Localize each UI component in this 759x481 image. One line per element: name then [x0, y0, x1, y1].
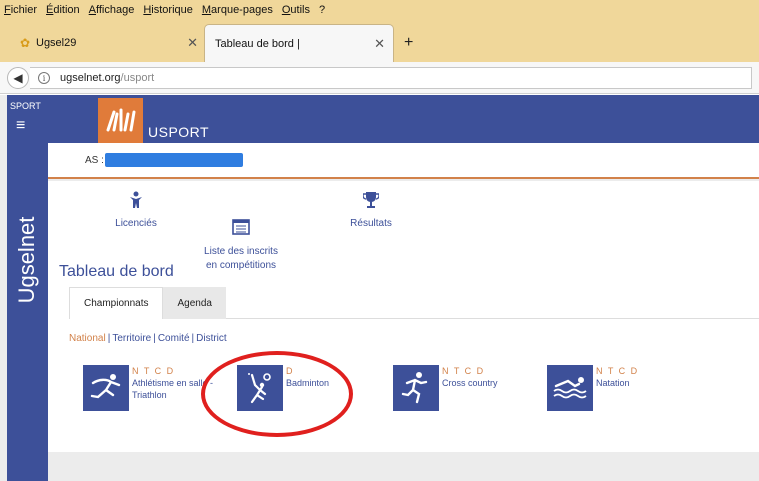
tab-strip: ✿ Ugsel29 ✕ Tableau de bord | ✕ +	[0, 20, 759, 62]
sport-name: Cross country	[442, 378, 498, 388]
tab-agenda[interactable]: Agenda	[163, 287, 226, 319]
tab-title: Tableau de bord |	[215, 37, 300, 50]
logo-mark-icon	[106, 108, 135, 131]
back-arrow-icon[interactable]: ◀	[7, 67, 29, 89]
menu-historique[interactable]: Historique	[143, 4, 193, 16]
main-content: Licenciés Liste des inscrits en compétit…	[48, 181, 759, 481]
athletics-icon	[83, 365, 129, 411]
quick-link-label: Liste des inscrits en compétitions	[204, 246, 278, 271]
menu-marque-pages[interactable]: Marque-pages	[202, 4, 273, 16]
sport-levels: N T C D	[442, 366, 485, 376]
tab-title: Ugsel29	[36, 37, 77, 49]
close-icon[interactable]: ✕	[374, 36, 385, 52]
sidebar: SPORT ≡ Ugselnet	[7, 95, 48, 481]
hamburger-menu-icon[interactable]: ≡	[16, 117, 25, 135]
menu-bar: Fichier Édition Affichage Historique Mar…	[0, 0, 759, 20]
list-icon	[181, 205, 301, 235]
quick-link-licencies[interactable]: Licenciés	[76, 191, 196, 231]
page-title: Tableau de bord	[59, 263, 174, 280]
menu-affichage[interactable]: Affichage	[89, 4, 135, 16]
filter-district[interactable]: District	[196, 333, 227, 344]
sport-card-cross-country[interactable]: N T C D Cross country	[393, 365, 539, 411]
as-label: AS :	[85, 155, 104, 166]
nav-bar: ◀ i ugselnet.org/usport	[0, 62, 759, 94]
sport-card-natation[interactable]: N T C D Natation	[547, 365, 693, 411]
menu-outils[interactable]: Outils	[282, 4, 310, 16]
page: SPORT ≡ Ugselnet USPORT AS : Licenciés L…	[0, 95, 759, 481]
quick-link-label: Licenciés	[115, 218, 157, 229]
menu-fichier[interactable]: Fichier	[4, 4, 37, 16]
filter-territoire[interactable]: Territoire	[112, 333, 151, 344]
sidebar-sport-label: SPORT	[10, 101, 41, 111]
quick-link-label: Résultats	[350, 218, 392, 229]
tab-ugsel29[interactable]: ✿ Ugsel29 ✕	[8, 24, 206, 62]
close-icon[interactable]: ✕	[187, 35, 198, 51]
info-icon[interactable]: i	[38, 72, 50, 84]
sport-levels: N T C D	[596, 366, 639, 376]
as-selected-field[interactable]	[105, 153, 243, 167]
filter-comite[interactable]: Comité	[158, 333, 190, 344]
quick-link-inscrits[interactable]: Liste des inscrits en compétitions	[181, 191, 301, 273]
running-icon	[393, 365, 439, 411]
menu-edition[interactable]: Édition	[46, 4, 80, 16]
brand-name: USPORT	[148, 124, 210, 140]
person-icon	[76, 191, 196, 211]
url-host: ugselnet.org	[60, 72, 121, 84]
tab-tableau-de-bord[interactable]: Tableau de bord | ✕	[204, 24, 394, 62]
url-bar[interactable]: i ugselnet.org/usport	[30, 67, 752, 89]
content-tabs: Championnats Agenda	[69, 287, 226, 319]
favicon-icon: ✿	[19, 36, 31, 50]
menu-help[interactable]: ?	[319, 4, 325, 16]
page-footer-area	[48, 452, 759, 481]
usport-logo[interactable]	[98, 98, 143, 143]
level-filters: National | Territoire | Comité | District	[69, 333, 227, 344]
filter-national[interactable]: National	[69, 333, 106, 344]
top-bar: USPORT	[48, 95, 759, 143]
quick-link-resultats[interactable]: Résultats	[311, 191, 431, 231]
highlight-circle	[201, 351, 353, 437]
as-bar: AS :	[48, 143, 759, 179]
tab-championnats[interactable]: Championnats	[69, 287, 164, 319]
new-tab-plus-icon[interactable]: +	[404, 34, 413, 52]
trophy-icon	[311, 191, 431, 211]
swimming-icon	[547, 365, 593, 411]
url-path: /usport	[120, 72, 155, 84]
sport-name: Natation	[596, 378, 630, 388]
